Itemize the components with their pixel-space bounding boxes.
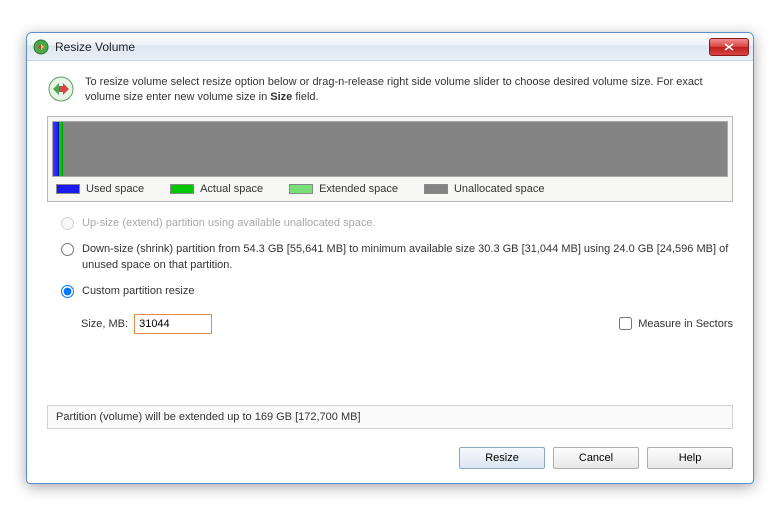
legend-unallocated: Unallocated space	[424, 183, 545, 195]
radio-downsize-label[interactable]: Down-size (shrink) partition from 54.3 G…	[82, 242, 733, 274]
resize-icon	[47, 75, 75, 103]
resize-volume-dialog: Resize Volume To resize volume select re…	[26, 32, 754, 484]
radio-downsize[interactable]	[61, 243, 74, 256]
resize-options: Up-size (extend) partition using availab…	[47, 216, 733, 334]
intro-text: To resize volume select resize option be…	[85, 75, 733, 106]
cancel-button[interactable]: Cancel	[553, 447, 639, 469]
radio-custom-label[interactable]: Custom partition resize	[82, 284, 195, 300]
radio-upsize	[61, 217, 74, 230]
measure-sectors-row[interactable]: Measure in Sectors	[619, 317, 733, 330]
measure-sectors-checkbox[interactable]	[619, 317, 632, 330]
swatch-actual	[170, 184, 194, 194]
intro-block: To resize volume select resize option be…	[47, 75, 733, 106]
size-row: Size, MB: Measure in Sectors	[61, 314, 733, 334]
volume-slider[interactable]	[52, 121, 728, 177]
legend-extended: Extended space	[289, 183, 398, 195]
swatch-used	[56, 184, 80, 194]
resize-button[interactable]: Resize	[459, 447, 545, 469]
help-button[interactable]: Help	[647, 447, 733, 469]
legend-actual: Actual space	[170, 183, 263, 195]
size-label: Size, MB:	[81, 318, 128, 330]
size-input[interactable]	[134, 314, 212, 334]
dialog-content: To resize volume select resize option be…	[27, 61, 753, 437]
titlebar: Resize Volume	[27, 33, 753, 61]
swatch-extended	[289, 184, 313, 194]
app-icon	[33, 39, 49, 55]
radio-upsize-label: Up-size (extend) partition using availab…	[82, 216, 376, 232]
button-row: Resize Cancel Help	[27, 437, 753, 483]
volume-visualization-box: Used space Actual space Extended space U…	[47, 116, 733, 202]
legend-row: Used space Actual space Extended space U…	[52, 177, 728, 197]
option-downsize-row: Down-size (shrink) partition from 54.3 G…	[61, 242, 733, 274]
status-line: Partition (volume) will be extended up t…	[47, 405, 733, 429]
option-custom-row: Custom partition resize	[61, 284, 733, 300]
legend-used: Used space	[56, 183, 144, 195]
window-title: Resize Volume	[55, 40, 709, 54]
close-button[interactable]	[709, 38, 749, 56]
measure-sectors-label: Measure in Sectors	[638, 318, 733, 330]
swatch-unallocated	[424, 184, 448, 194]
option-upsize-row: Up-size (extend) partition using availab…	[61, 216, 733, 232]
actual-space-segment	[59, 122, 63, 176]
radio-custom[interactable]	[61, 285, 74, 298]
